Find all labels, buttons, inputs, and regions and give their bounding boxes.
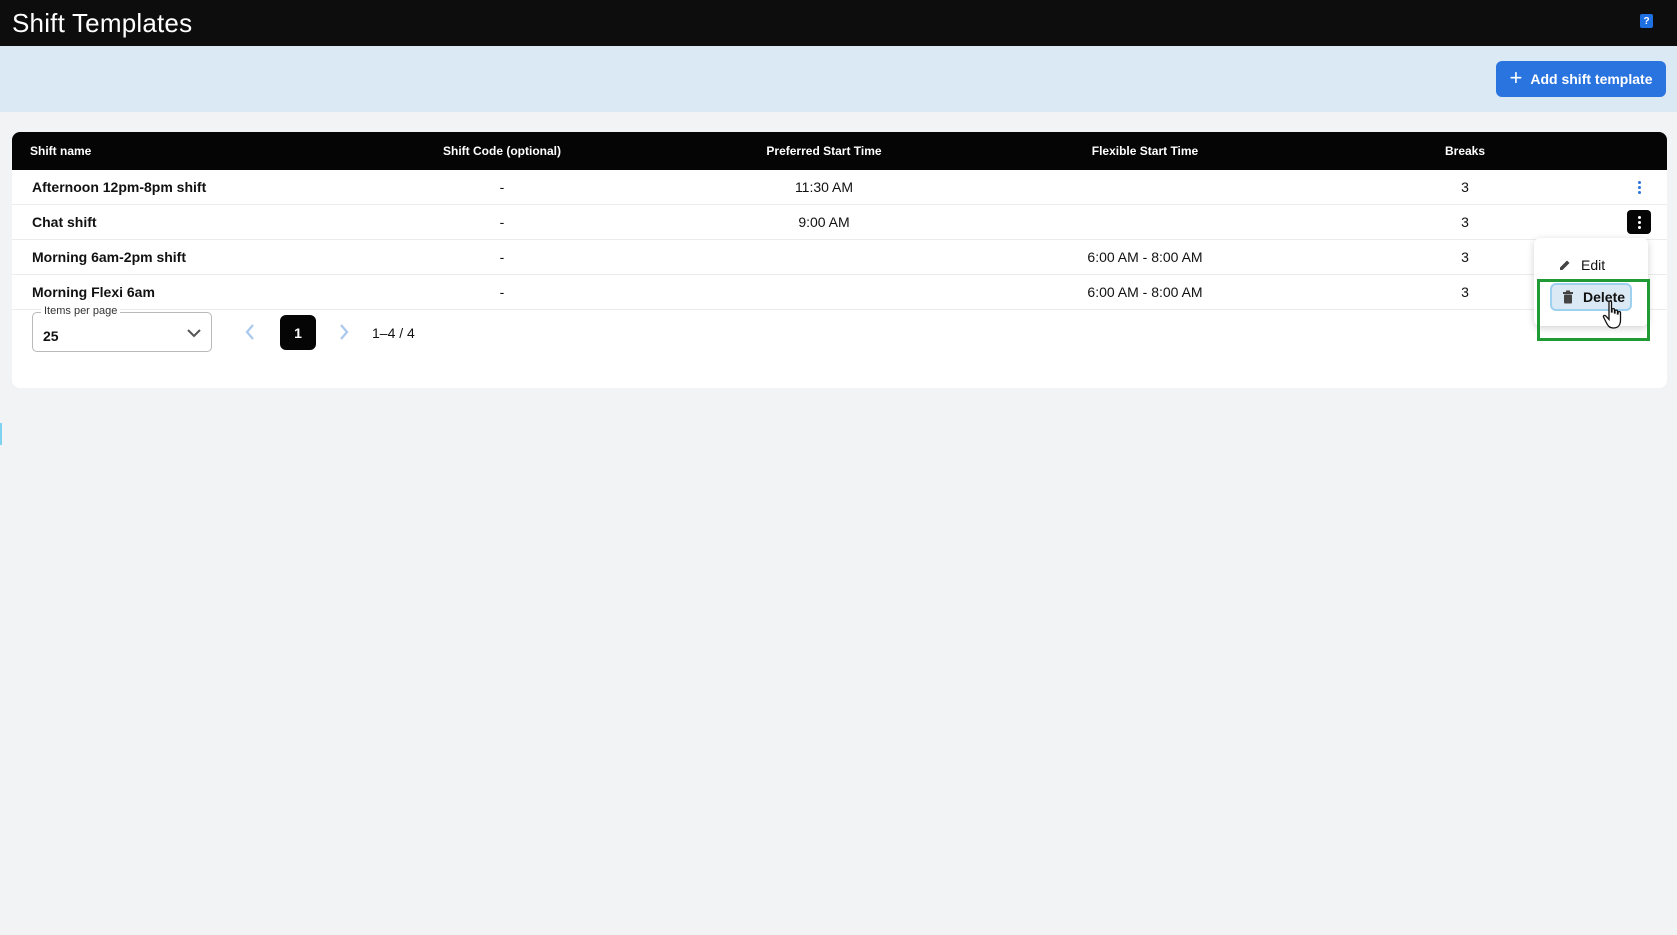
add-shift-template-button[interactable]: + Add shift template	[1496, 61, 1666, 97]
action-bar: + Add shift template	[0, 46, 1677, 112]
highlight-box	[1537, 279, 1650, 341]
previous-page-icon[interactable]	[244, 323, 256, 341]
next-page-icon[interactable]	[338, 323, 350, 341]
flexible-start-time	[985, 170, 1305, 204]
shift-code: -	[499, 284, 505, 300]
items-per-page-value: 25	[43, 328, 59, 344]
top-bar: Shift Templates ?	[0, 0, 1677, 46]
table-row[interactable]: Afternoon 12pm-8pm shift - 11:30 AM 3	[12, 170, 1667, 205]
table-row[interactable]: Chat shift - 9:00 AM 3	[12, 205, 1667, 240]
flexible-start-time	[985, 205, 1305, 239]
plus-icon: +	[1509, 65, 1523, 90]
flexible-start-time: 6:00 AM - 8:00 AM	[1087, 249, 1203, 265]
preferred-start-time	[664, 240, 984, 274]
shift-name: Morning 6am-2pm shift	[32, 249, 187, 265]
column-header-preferred-start[interactable]: Preferred Start Time	[664, 132, 984, 170]
flexible-start-time: 6:00 AM - 8:00 AM	[1087, 284, 1203, 300]
preferred-start-time: 9:00 AM	[798, 214, 850, 230]
edge-marker	[0, 423, 2, 445]
pagination: Items per page 25 1 1–4 / 4	[32, 305, 632, 354]
help-icon[interactable]: ?	[1640, 14, 1653, 28]
shift-name: Chat shift	[32, 214, 97, 230]
edit-label: Edit	[1581, 257, 1606, 273]
items-per-page-select[interactable]: Items per page 25	[32, 305, 212, 352]
shift-code: -	[499, 249, 505, 265]
page-title: Shift Templates	[12, 7, 193, 38]
preferred-start-time: 11:30 AM	[794, 179, 854, 195]
edit-menu-item[interactable]: Edit	[1558, 251, 1605, 279]
shift-code: -	[499, 214, 505, 230]
items-per-page-label: Items per page	[41, 305, 121, 317]
column-header-shift-name[interactable]: Shift name	[30, 132, 91, 170]
add-shift-template-label: Add shift template	[1530, 71, 1653, 87]
row-menu-icon[interactable]	[1627, 210, 1651, 234]
breaks-count: 3	[1461, 214, 1469, 230]
page-range-text: 1–4 / 4	[372, 325, 415, 341]
chevron-down-icon	[187, 329, 201, 338]
table-header: Shift name Shift Code (optional) Preferr…	[12, 132, 1667, 170]
preferred-start-time	[664, 275, 984, 309]
shift-name: Morning Flexi 6am	[32, 284, 155, 300]
shift-templates-table: Shift name Shift Code (optional) Preferr…	[12, 132, 1667, 388]
row-menu-icon[interactable]	[1627, 175, 1651, 199]
table-row[interactable]: Morning Flexi 6am - 6:00 AM - 8:00 AM 3	[12, 275, 1667, 310]
shift-name: Afternoon 12pm-8pm shift	[32, 179, 207, 195]
shift-code: -	[499, 179, 505, 195]
hand-cursor-icon	[1602, 300, 1622, 329]
column-header-breaks[interactable]: Breaks	[1305, 132, 1625, 170]
column-header-flexible-start[interactable]: Flexible Start Time	[985, 132, 1305, 170]
column-header-shift-code[interactable]: Shift Code (optional)	[342, 132, 662, 170]
breaks-count: 3	[1461, 179, 1469, 195]
table-row[interactable]: Morning 6am-2pm shift - 6:00 AM - 8:00 A…	[12, 240, 1667, 275]
page-button-current[interactable]: 1	[280, 315, 316, 350]
pencil-icon	[1560, 260, 1570, 270]
